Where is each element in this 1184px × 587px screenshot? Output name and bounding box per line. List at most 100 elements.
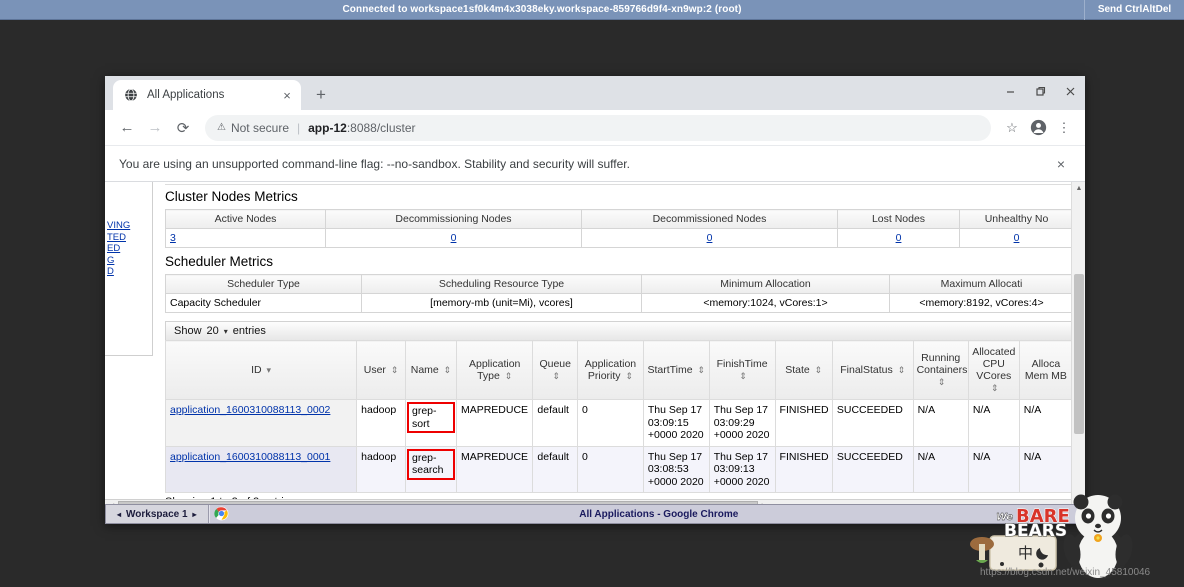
application-id-link[interactable]: application_1600310088113_0001	[170, 451, 330, 463]
column-header-maximum-allocation[interactable]: Maximum Allocati	[889, 274, 1071, 294]
avatar[interactable]	[1025, 115, 1051, 141]
column-header-application-type-label: Application Type	[469, 358, 521, 382]
omnibox-separator: |	[297, 120, 301, 135]
column-header-running-containers[interactable]: Running Containers ⇕	[912, 340, 969, 400]
chevron-down-icon: ▾	[223, 326, 228, 336]
send-ctrl-alt-del-button[interactable]: Send CtrlAltDel	[1084, 0, 1184, 20]
reload-icon[interactable]: ⟳	[169, 114, 197, 142]
address-bar[interactable]: ⚠ Not secure | app-12 :8088/cluster	[205, 114, 991, 141]
cell-running-containers: N/A	[912, 399, 969, 447]
url-path: :8088/cluster	[346, 120, 416, 135]
close-icon[interactable]: ×	[279, 87, 295, 103]
column-header-start-time[interactable]: StartTime ⇕	[642, 340, 710, 400]
table-row: application_1600310088113_0001 hadoop gr…	[164, 445, 1071, 493]
cell-start-time: Thu Sep 17 03:09:15 +0000 2020	[642, 399, 710, 447]
bookmark-star-icon[interactable]: ☆	[999, 115, 1025, 141]
cell-finish-time: Thu Sep 17 03:09:29 +0000 2020	[708, 399, 776, 447]
chrome-menu-icon[interactable]: ⋮	[1051, 115, 1077, 141]
cell-application-name: grep-search	[405, 445, 457, 493]
column-header-active-nodes[interactable]: Active Nodes	[165, 209, 326, 229]
column-header-application-priority[interactable]: Application Priority ⇕	[577, 340, 644, 400]
column-header-allocated-memory-mb[interactable]: Alloca Mem MB	[1018, 340, 1071, 400]
column-header-unhealthy-nodes[interactable]: Unhealthy No	[959, 209, 1071, 229]
unhealthy-nodes-link[interactable]: 0	[1014, 232, 1020, 244]
show-label: Show	[174, 325, 202, 337]
cell-decommissioning-nodes: 0	[325, 228, 582, 248]
column-header-state[interactable]: State ⇕	[774, 340, 833, 400]
globe-icon	[123, 87, 139, 103]
cell-active-nodes: 3	[165, 228, 326, 248]
entries-label: entries	[232, 325, 266, 337]
cell-application-id: application_1600310088113_0002	[164, 399, 358, 447]
browser-tab-all-applications[interactable]: All Applications ×	[113, 80, 301, 110]
sort-icon: ⇕	[991, 383, 999, 393]
forward-icon[interactable]: →	[141, 114, 169, 142]
column-header-scheduler-type[interactable]: Scheduler Type	[165, 274, 362, 294]
sort-icon: ⇕	[937, 377, 946, 387]
cell-state: FINISHED	[774, 399, 833, 447]
column-header-lost-nodes[interactable]: Lost Nodes	[837, 209, 960, 229]
column-header-name[interactable]: Name ⇕	[405, 340, 457, 400]
vnc-connection-bar: Connected to workspace1sf0k4m4x3038eky.w…	[0, 0, 1184, 20]
entries-length-control: Show 20 ▾ entries	[165, 321, 1071, 340]
column-header-allocated-cpu-vcores-label: Allocated CPU VCores	[972, 346, 1016, 382]
page-vertical-scrollbar[interactable]: ▲ ▼	[1071, 182, 1085, 512]
cell-queue: default	[532, 445, 579, 493]
column-header-finish-time[interactable]: FinishTime ⇕	[708, 340, 776, 400]
column-header-final-status[interactable]: FinalStatus ⇕	[831, 340, 914, 400]
cell-decommissioned-nodes: 0	[581, 228, 838, 248]
column-header-decommissioning-nodes[interactable]: Decommissioning Nodes	[325, 209, 582, 229]
back-icon[interactable]: ←	[113, 114, 141, 142]
nav-panel-border	[105, 182, 153, 356]
not-secure-warning-icon[interactable]: ⚠	[217, 122, 226, 133]
column-header-running-containers-label: Running Containers	[916, 352, 968, 376]
column-header-user[interactable]: User ⇕	[356, 340, 406, 400]
cell-allocated-memory-mb: N/A	[1018, 399, 1071, 447]
cluster-nodes-metrics-title: Cluster Nodes Metrics	[165, 189, 298, 204]
lost-nodes-link[interactable]: 0	[896, 232, 902, 244]
workspace-prev-icon[interactable]: ◂	[117, 510, 121, 519]
workspace-next-icon[interactable]: ▸	[193, 510, 197, 519]
cell-application-name: grep-sort	[405, 399, 457, 447]
cell-final-status: SUCCEEDED	[831, 445, 914, 493]
close-icon[interactable]	[1055, 76, 1085, 106]
column-header-id[interactable]: ID ▾	[164, 340, 358, 400]
scroll-up-icon[interactable]: ▲	[1072, 182, 1085, 195]
maximize-icon[interactable]	[1025, 76, 1055, 106]
decommissioned-nodes-link[interactable]: 0	[707, 232, 713, 244]
column-header-decommissioned-nodes[interactable]: Decommissioned Nodes	[581, 209, 838, 229]
column-header-minimum-allocation[interactable]: Minimum Allocation	[641, 274, 890, 294]
workspace-switcher[interactable]: ◂ Workspace 1 ▸	[106, 505, 209, 523]
entries-per-page-value: 20	[206, 325, 219, 337]
cell-finish-time: Thu Sep 17 03:09:13 +0000 2020	[708, 445, 776, 493]
cell-scheduling-resource-type: [memory-mb (unit=Mi), vcores]	[361, 293, 642, 313]
cell-scheduler-type: Capacity Scheduler	[165, 293, 362, 313]
taskbar-window-title: All Applications - Google Chrome	[579, 508, 739, 520]
cell-unhealthy-nodes: 0	[959, 228, 1071, 248]
column-header-scheduling-resource-type[interactable]: Scheduling Resource Type	[361, 274, 642, 294]
cell-start-time: Thu Sep 17 03:08:53 +0000 2020	[642, 445, 710, 493]
new-tab-button[interactable]: +	[307, 80, 335, 108]
watermark-url: https://blog.csdn.net/weixin_45810046	[980, 567, 1151, 578]
taskbar-window-entry-chrome[interactable]: All Applications - Google Chrome	[208, 505, 1084, 523]
cluster-nodes-metrics-table: Active Nodes Decommissioning Nodes Decom…	[165, 209, 1071, 248]
entries-per-page-select[interactable]: 20 ▾	[207, 325, 228, 337]
column-header-application-type[interactable]: Application Type ⇕	[455, 340, 534, 400]
vertical-scroll-thumb[interactable]	[1074, 274, 1084, 434]
decommissioning-nodes-link[interactable]: 0	[451, 232, 457, 244]
browser-toolbar: ← → ⟳ ⚠ Not secure | app-12 :8088/cluste…	[105, 110, 1085, 146]
toolbar-right-actions: ☆ ⋮	[999, 115, 1077, 141]
column-header-user-label: User	[363, 364, 386, 376]
cell-allocated-cpu-vcores: N/A	[967, 445, 1020, 493]
column-header-allocated-cpu-vcores[interactable]: Allocated CPU VCores ⇕	[967, 340, 1020, 400]
chrome-icon	[213, 506, 230, 522]
active-nodes-link[interactable]: 3	[170, 232, 176, 244]
column-header-state-label: State	[785, 364, 810, 376]
table-header-row: ID ▾ User ⇕ Name ⇕ Application Type ⇕ Qu…	[164, 340, 1071, 400]
minimize-icon[interactable]	[995, 76, 1025, 106]
vnc-connection-title: Connected to workspace1sf0k4m4x3038eky.w…	[342, 4, 742, 15]
column-header-queue[interactable]: Queue ⇕	[532, 340, 579, 400]
highlighted-application-name: grep-search	[407, 448, 455, 480]
close-icon[interactable]: ×	[1051, 156, 1071, 172]
application-id-link[interactable]: application_1600310088113_0002	[170, 404, 330, 416]
